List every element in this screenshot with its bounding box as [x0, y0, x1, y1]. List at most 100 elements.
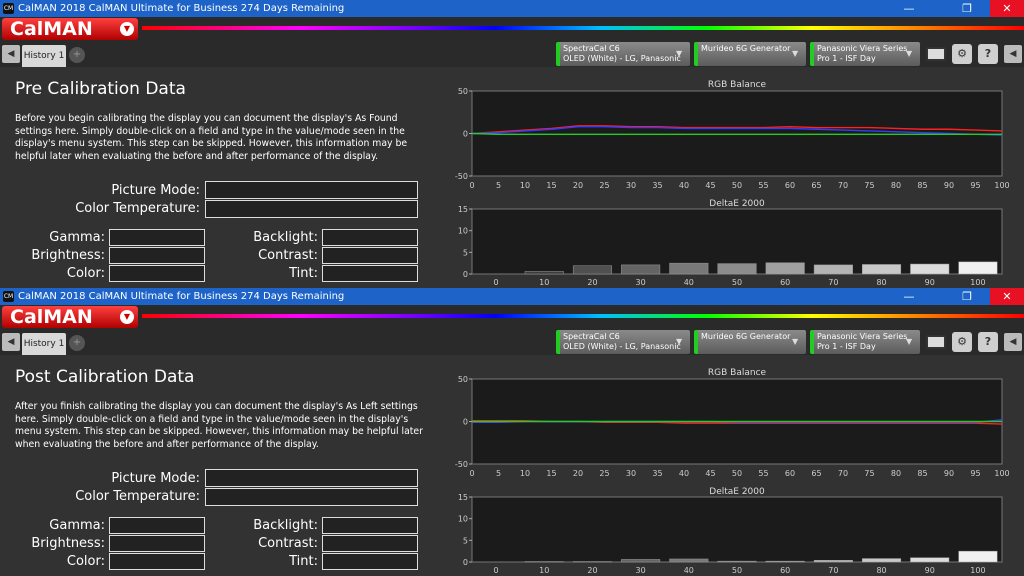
back-arrow-icon[interactable]: ◀	[2, 333, 20, 351]
y-tick-label: 15	[458, 493, 468, 502]
gamma-field[interactable]	[109, 229, 205, 246]
monitor-icon[interactable]	[926, 47, 946, 61]
picture-mode-field[interactable]	[205, 181, 418, 199]
y-tick-label: 0	[463, 418, 468, 427]
device-line2: OLED (White) - LG, Panasonic	[563, 54, 681, 63]
maximize-icon[interactable]: ❐	[944, 0, 990, 17]
y-tick-label: 0	[463, 558, 468, 567]
contrast-field[interactable]	[322, 247, 418, 264]
color-temperature-field[interactable]	[205, 488, 418, 506]
calman-logo-button[interactable]: CalMAN ▼	[2, 306, 138, 328]
device-line1: Panasonic Viera Series	[817, 332, 908, 341]
close-icon[interactable]: ✕	[990, 0, 1024, 17]
backlight-field[interactable]	[322, 517, 418, 534]
maximize-icon[interactable]: ❐	[944, 288, 990, 305]
page-description: After you finish calibrating the display…	[15, 401, 423, 450]
help-icon[interactable]: ?	[978, 44, 998, 64]
rainbow-bar	[142, 26, 1024, 30]
title-bar: CM CalMAN 2018 CalMAN Ultimate for Busin…	[0, 0, 1024, 17]
backlight-field[interactable]	[322, 229, 418, 246]
tint-field[interactable]	[322, 265, 418, 282]
add-tab-icon[interactable]: +	[69, 47, 85, 63]
x-tick-label: 15	[546, 181, 556, 190]
x-tick-label: 30	[626, 469, 636, 478]
page-description: Before you begin calibrating the display…	[15, 113, 408, 162]
gear-icon[interactable]: ⚙	[952, 332, 972, 352]
color-field[interactable]	[109, 553, 205, 570]
meter-device-selector[interactable]: SpectraCal C6 OLED (White) - LG, Panason…	[556, 42, 690, 66]
brightness-field[interactable]	[109, 247, 205, 264]
x-tick-label: 0	[469, 469, 474, 478]
color-temperature-label: Color Temperature:	[75, 489, 200, 504]
device-line1: SpectraCal C6	[563, 332, 620, 341]
x-tick-label: 60	[785, 181, 795, 190]
chart-title: DeltaE 2000	[709, 199, 765, 209]
gamma-label: Gamma:	[49, 518, 105, 533]
app-icon: CM	[3, 291, 14, 302]
color-label: Color:	[66, 266, 105, 281]
brightness-field[interactable]	[109, 535, 205, 552]
forward-arrow-icon[interactable]: ◀	[1004, 45, 1022, 63]
device-line1: SpectraCal C6	[563, 44, 620, 53]
post-calibration-panel: Post Calibration Data After you finish c…	[0, 355, 1024, 576]
calman-logo-button[interactable]: CalMAN ▼	[2, 18, 138, 40]
brightness-label: Brightness:	[31, 536, 105, 551]
x-tick-label: 100	[994, 469, 1009, 478]
x-tick-label: 50	[732, 469, 742, 478]
monitor-icon[interactable]	[926, 335, 946, 349]
contrast-field[interactable]	[322, 535, 418, 552]
x-tick-label: 85	[917, 181, 927, 190]
deltae-bar	[813, 264, 853, 275]
y-tick-label: -50	[455, 172, 468, 181]
y-tick-label: 0	[463, 270, 468, 279]
minimize-icon[interactable]: —	[886, 288, 932, 305]
picture-mode-label: Picture Mode:	[111, 471, 200, 486]
color-temperature-field[interactable]	[205, 200, 418, 218]
x-tick-label: 90	[944, 469, 954, 478]
meter-device-selector[interactable]: SpectraCal C6 OLED (White) - LG, Panason…	[556, 330, 690, 354]
x-tick-label: 90	[925, 278, 935, 287]
logo-text: CalMAN	[10, 306, 93, 328]
chart-title: RGB Balance	[708, 368, 767, 378]
tint-field[interactable]	[322, 553, 418, 570]
picture-mode-label: Picture Mode:	[111, 183, 200, 198]
x-tick-label: 40	[684, 278, 694, 287]
device-line1: Murideo 6G Generator	[701, 44, 791, 53]
tab-history-1[interactable]: History 1	[22, 45, 66, 67]
gamma-field[interactable]	[109, 517, 205, 534]
y-tick-label: 10	[458, 515, 468, 524]
x-tick-label: 20	[573, 469, 583, 478]
x-tick-label: 35	[652, 469, 662, 478]
deltae-bar	[765, 262, 805, 275]
tab-history-1[interactable]: History 1	[22, 333, 66, 355]
gear-icon[interactable]: ⚙	[952, 44, 972, 64]
rainbow-bar	[142, 314, 1024, 318]
forward-arrow-icon[interactable]: ◀	[1004, 333, 1022, 351]
back-arrow-icon[interactable]: ◀	[2, 45, 20, 63]
y-tick-label: 10	[458, 227, 468, 236]
close-icon[interactable]: ✕	[990, 288, 1024, 305]
chevron-down-icon: ▼	[906, 49, 913, 58]
deltae-bar	[862, 558, 902, 563]
help-icon[interactable]: ?	[978, 332, 998, 352]
display-device-selector[interactable]: Panasonic Viera Series Pro 1 - ISF Day ▼	[810, 42, 920, 66]
plot-area	[471, 90, 1003, 177]
generator-device-selector[interactable]: Murideo 6G Generator ▼	[694, 42, 806, 66]
color-label: Color:	[66, 554, 105, 569]
x-tick-label: 40	[684, 566, 694, 575]
color-field[interactable]	[109, 265, 205, 282]
display-device-selector[interactable]: Panasonic Viera Series Pro 1 - ISF Day ▼	[810, 330, 920, 354]
x-tick-label: 50	[732, 278, 742, 287]
y-tick-label: 5	[463, 536, 468, 545]
add-tab-icon[interactable]: +	[69, 335, 85, 351]
window-title: CalMAN 2018 CalMAN Ultimate for Business…	[18, 3, 345, 14]
logo-row: CalMAN ▼	[0, 305, 1024, 329]
x-tick-label: 65	[811, 181, 821, 190]
minimize-icon[interactable]: —	[886, 0, 932, 17]
x-tick-label: 60	[780, 278, 790, 287]
y-tick-label: 0	[463, 130, 468, 139]
generator-device-selector[interactable]: Murideo 6G Generator ▼	[694, 330, 806, 354]
x-tick-label: 30	[626, 181, 636, 190]
picture-mode-field[interactable]	[205, 469, 418, 487]
x-tick-label: 70	[838, 469, 848, 478]
